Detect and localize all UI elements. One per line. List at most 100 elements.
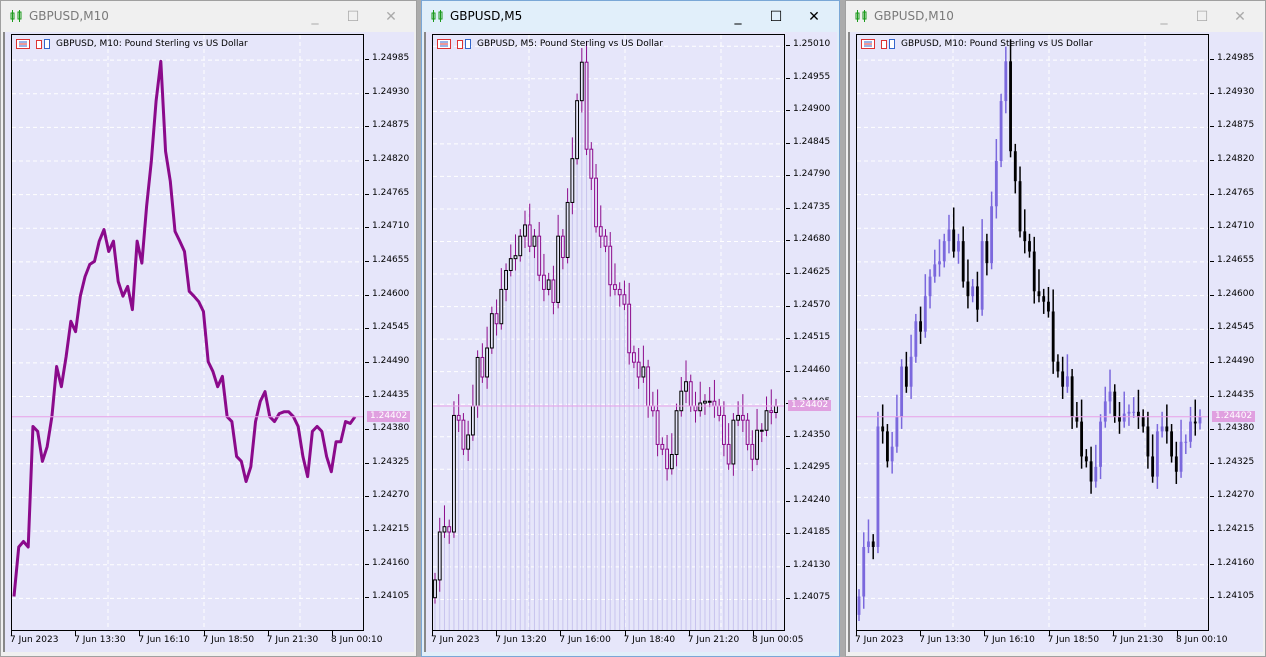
price-tick-label: 1.24875: [372, 120, 410, 131]
close-button[interactable]: ✕: [372, 7, 410, 27]
candle-body: [928, 276, 932, 297]
maximize-button[interactable]: ☐: [1183, 7, 1221, 27]
candle-body: [523, 224, 527, 237]
time-tick-label: 7 Jun 16:10: [983, 635, 1035, 645]
candle: [928, 269, 932, 309]
chart-window-3[interactable]: GBPUSD,M10 _ ☐ ✕ GBPUSD, M10: Pound Ster…: [845, 0, 1266, 657]
time-tick: [560, 631, 562, 636]
time-tick-label: 7 Jun 18:50: [1047, 635, 1100, 645]
time-tick: [753, 631, 754, 636]
candle-body: [759, 429, 764, 432]
candle: [504, 263, 508, 630]
chart-window-1[interactable]: GBPUSD,M10 _ ☐ ✕ GBPUSD, M10: Pound Ster…: [0, 0, 417, 657]
chart-window-2[interactable]: GBPUSD,M5 _ ☐ ✕ GBPUSD, M5: Pound Sterli…: [421, 0, 840, 657]
candle-body: [1127, 411, 1131, 414]
time-tick: [139, 631, 141, 636]
candle: [999, 93, 1003, 168]
candle: [650, 391, 655, 630]
maximize-button[interactable]: ☐: [334, 7, 372, 27]
candle-body: [452, 414, 456, 533]
minimize-button[interactable]: _: [1145, 7, 1183, 27]
price-tick: [365, 496, 369, 498]
candle-body: [650, 405, 655, 412]
time-tick-label: 7 Jun 21:30: [1111, 635, 1164, 645]
candle-body: [461, 419, 466, 450]
candle-body: [919, 321, 922, 332]
candle-body: [1065, 376, 1069, 387]
price-tick: [786, 207, 790, 209]
candle-body: [876, 426, 880, 547]
candle-body: [1084, 456, 1088, 462]
candle: [494, 299, 499, 630]
plot-area[interactable]: GBPUSD, M10: Pound Sterling vs US Dollar: [11, 34, 364, 631]
price-tick-label: 1.24435: [1217, 389, 1255, 400]
candle-body: [985, 241, 989, 264]
bid-price-label: 1.24402: [367, 410, 411, 422]
price-tick: [1210, 429, 1214, 431]
price-tick-label: 1.24930: [1217, 86, 1255, 97]
price-tick: [365, 92, 369, 94]
price-tick-label: 1.24820: [372, 154, 410, 164]
title-bar[interactable]: GBPUSD,M10 _ ☐ ✕: [1, 1, 416, 31]
title-bar[interactable]: GBPUSD,M10 _ ☐ ✕: [846, 1, 1265, 31]
candle-body: [990, 206, 994, 264]
price-tick: [786, 565, 790, 567]
candle: [655, 389, 660, 630]
candle: [957, 233, 960, 264]
candle: [688, 374, 693, 630]
candle: [1198, 409, 1202, 430]
candle-body: [1146, 426, 1150, 457]
maximize-button[interactable]: ☐: [757, 7, 795, 27]
minimize-button[interactable]: _: [296, 7, 334, 27]
price-tick-label: 1.24380: [372, 423, 410, 434]
candle: [1089, 446, 1093, 494]
candle: [1103, 386, 1107, 428]
candle-body: [1013, 151, 1017, 182]
trade-list-icon: [16, 39, 30, 49]
price-tick-label: 1.24240: [793, 494, 831, 505]
candle: [452, 401, 456, 630]
candle: [900, 359, 904, 429]
candle: [584, 40, 589, 630]
candle-body: [1042, 296, 1046, 302]
price-tick-label: 1.24215: [1217, 524, 1255, 535]
candle-body: [1103, 401, 1107, 422]
candle: [904, 351, 908, 393]
candle-body: [622, 294, 627, 305]
price-tick: [1210, 126, 1214, 128]
bid-price-label: 1.24402: [1212, 410, 1256, 422]
time-tick: [75, 631, 77, 636]
price-tick-label: 1.24710: [1217, 221, 1255, 232]
candle-body: [603, 235, 608, 247]
price-tick: [1210, 395, 1214, 397]
price-tick: [786, 273, 790, 275]
price-tick: [786, 45, 790, 47]
candle-body: [867, 541, 870, 547]
price-tick-label: 1.24435: [372, 389, 410, 400]
chart-legend: GBPUSD, M5: Pound Sterling vs US Dollar: [437, 39, 663, 49]
candle-body: [641, 366, 646, 378]
price-tick-label: 1.24985: [1217, 53, 1255, 64]
price-tick-label: 1.25010: [793, 39, 831, 50]
candle: [1137, 389, 1140, 429]
candle-body: [999, 101, 1003, 162]
close-button[interactable]: ✕: [795, 7, 833, 27]
candle: [1084, 449, 1088, 468]
candlestick-chart-icon: [855, 10, 867, 22]
chart-body: GBPUSD, M10: Pound Sterling vs US Dollar…: [848, 32, 1263, 652]
title-bar[interactable]: GBPUSD,M5 _ ☐ ✕: [422, 1, 839, 31]
candle-body: [900, 366, 904, 417]
plot-area[interactable]: GBPUSD, M5: Pound Sterling vs US Dollar: [432, 34, 785, 631]
candle: [938, 239, 941, 277]
close-button[interactable]: ✕: [1221, 7, 1259, 27]
chart-type-icon: [457, 39, 471, 49]
minimize-button[interactable]: _: [719, 7, 757, 27]
candle: [499, 268, 504, 630]
candle-body: [933, 264, 937, 277]
price-tick-label: 1.24710: [372, 221, 410, 232]
candle: [909, 334, 913, 399]
time-tick-label: 7 Jun 16:00: [559, 635, 611, 645]
candle: [736, 401, 741, 630]
plot-area[interactable]: GBPUSD, M10: Pound Sterling vs US Dollar: [856, 34, 1209, 631]
time-tick: [1112, 631, 1114, 636]
